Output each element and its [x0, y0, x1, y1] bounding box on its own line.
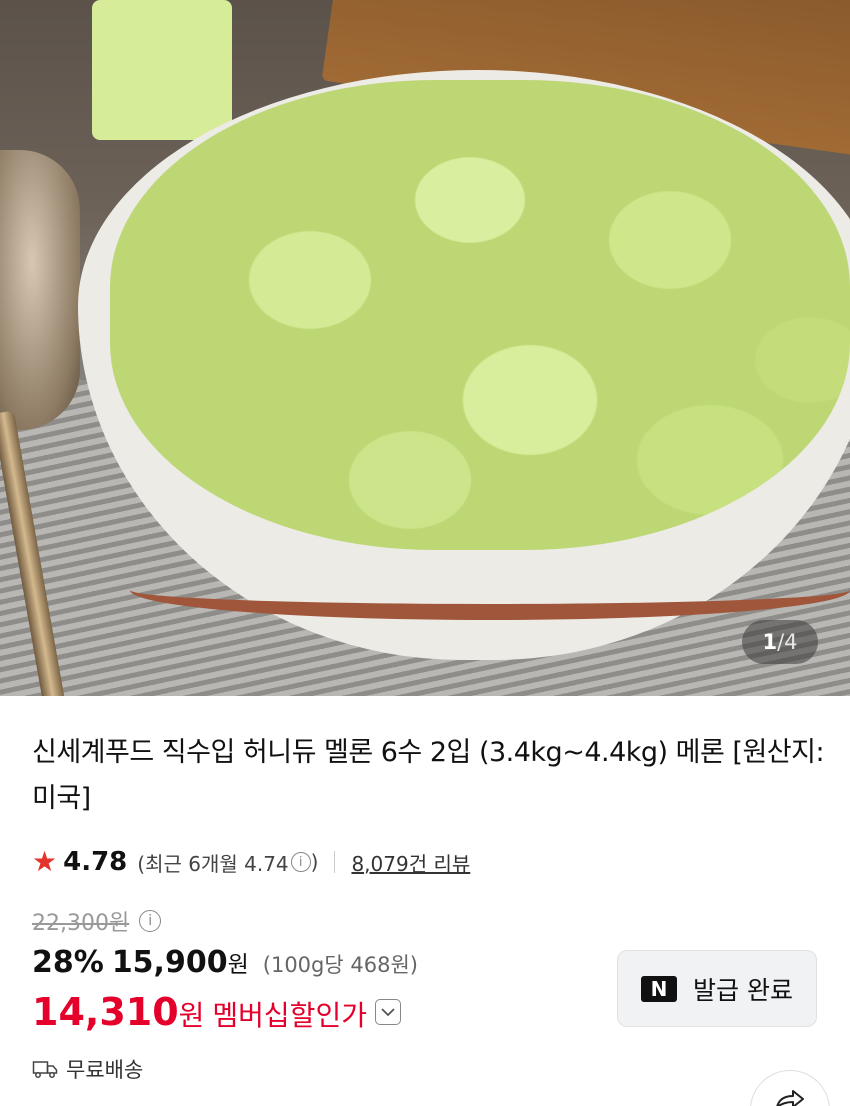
chevron-down-icon[interactable] — [374, 999, 401, 1025]
bowl-band-image — [130, 560, 850, 620]
divider — [334, 851, 336, 873]
shipping-label: 무료배송 — [66, 1058, 144, 1082]
truck-icon — [32, 1059, 58, 1079]
product-image-gallery[interactable]: 1 / 4 — [0, 0, 850, 696]
rating-row: ★ 4.78 (최근 6개월 4.74 i ) 8,079건 리뷰 — [32, 842, 470, 882]
total-pages: 4 — [784, 630, 798, 654]
current-page: 1 — [762, 630, 778, 654]
melon-cube-image — [92, 0, 232, 140]
member-price-unit: 원 — [178, 999, 205, 1032]
rating-value: 4.78 — [63, 847, 128, 877]
review-count-link[interactable]: 8,079건 리뷰 — [351, 848, 470, 877]
sale-price-row: 28% 15,900 원 (100g당 468원) — [32, 945, 418, 980]
price-info-icon[interactable]: i — [139, 910, 162, 932]
shipping-row: 무료배송 — [32, 1054, 143, 1084]
page-separator: / — [777, 630, 785, 654]
recent-rating: (최근 6개월 4.74 — [137, 851, 289, 876]
naver-n-icon: N — [641, 975, 678, 1002]
image-page-counter: 1 / 4 — [742, 620, 818, 664]
coupon-issued-button[interactable]: N 발급 완료 — [617, 950, 817, 1027]
info-icon[interactable]: i — [290, 852, 311, 872]
share-icon — [773, 1089, 807, 1106]
star-icon: ★ — [32, 845, 58, 878]
original-price: 22,300원 — [32, 911, 130, 936]
discount-rate: 28% — [32, 945, 104, 980]
sale-price-unit: 원 — [227, 952, 249, 978]
share-button[interactable] — [750, 1070, 830, 1106]
melon-cubes-image — [110, 80, 850, 550]
member-price: 14,310 — [32, 990, 179, 1034]
spoon-image — [0, 150, 80, 430]
coupon-label: 발급 완료 — [693, 975, 793, 1005]
sale-price: 15,900 — [111, 945, 228, 980]
member-price-label: 멤버십할인가 — [212, 999, 367, 1032]
product-title: 신세계푸드 직수입 허니듀 멜론 6수 2입 (3.4kg~4.4kg) 메론 … — [32, 737, 825, 814]
recent-rating-close: ) — [310, 850, 319, 874]
original-price-row: 22,300원 i — [32, 905, 162, 937]
member-price-row: 14,310 원 멤버십할인가 — [32, 990, 401, 1034]
unit-price: (100g당 468원) — [262, 953, 418, 977]
